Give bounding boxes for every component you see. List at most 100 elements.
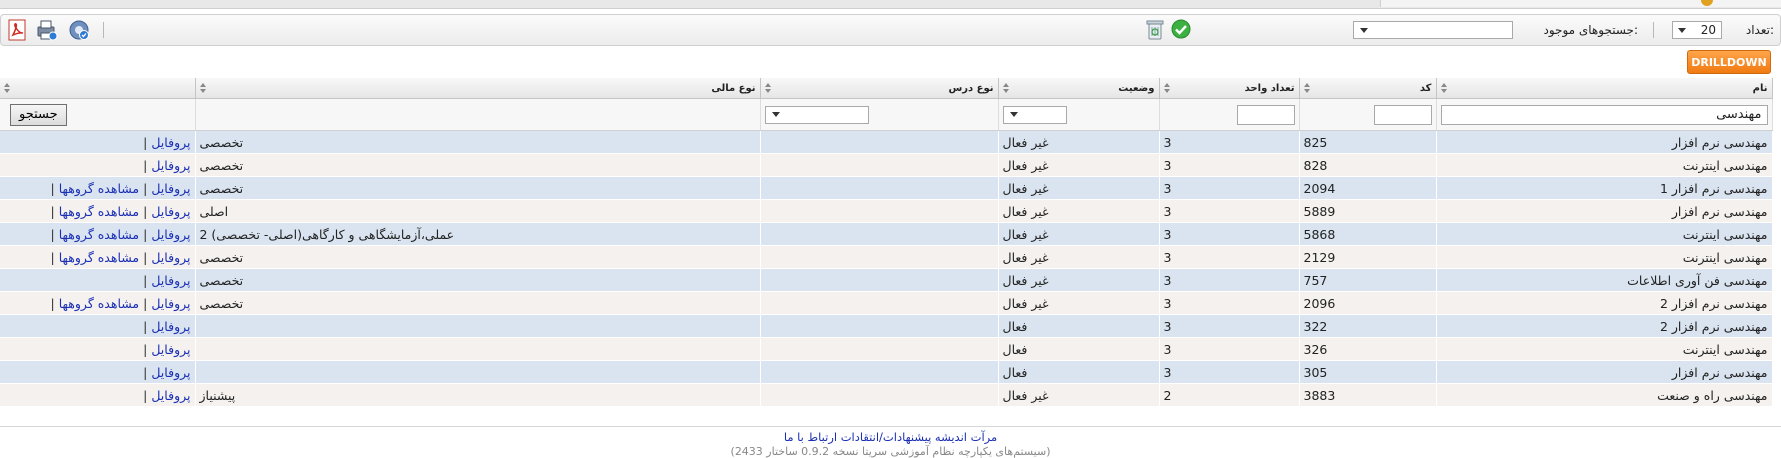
- chevron-down-icon: [771, 112, 780, 117]
- cell-course-type: [760, 222, 999, 246]
- cell-code: 5889: [1299, 199, 1437, 223]
- profile-link[interactable]: پروفایل: [151, 296, 190, 311]
- cell-name: مهندسی نرم افزار 2: [1436, 291, 1773, 315]
- sort-icon[interactable]: [1303, 83, 1310, 93]
- count-select[interactable]: 20: [1672, 21, 1722, 39]
- link-separator: |: [143, 318, 148, 334]
- col-header-course-type[interactable]: نوع درس: [760, 78, 999, 99]
- link-separator: |: [50, 226, 55, 242]
- col-header-status-label: وضعیت: [1118, 82, 1155, 94]
- cell-financial-type: تخصصی: [195, 176, 761, 200]
- cell-name: مهندسی اینترنت: [1436, 222, 1773, 246]
- header-row: نام کد تعداد واحد وضعیت نوع درس نوع مالی: [0, 78, 1773, 99]
- cell-actions: پروفایل|: [0, 383, 196, 407]
- cell-name: مهندسی اینترنت: [1436, 153, 1773, 177]
- sort-icon[interactable]: [199, 83, 206, 93]
- view-groups-link[interactable]: مشاهده گروهها: [59, 227, 139, 242]
- link-separator: |: [143, 203, 148, 219]
- col-header-code-label: کد: [1419, 82, 1432, 94]
- link-separator: |: [143, 226, 148, 242]
- status-filter-select[interactable]: [1002, 105, 1067, 124]
- count-select-wrap: 20: [1672, 15, 1722, 45]
- link-separator: |: [143, 157, 148, 173]
- sort-icon[interactable]: [1163, 83, 1170, 93]
- cell-financial-type: [195, 337, 761, 361]
- cell-code: 305: [1299, 360, 1437, 384]
- view-groups-link[interactable]: مشاهده گروهها: [59, 181, 139, 196]
- col-header-status[interactable]: وضعیت: [998, 78, 1160, 99]
- sort-icon[interactable]: [4, 83, 10, 93]
- sort-icon[interactable]: [1440, 83, 1447, 93]
- cell-status: غیر فعال: [998, 291, 1160, 315]
- col-header-units[interactable]: تعداد واحد: [1159, 78, 1300, 99]
- units-filter-input[interactable]: [1236, 104, 1295, 125]
- recycle-bin-icon[interactable]: [1144, 18, 1168, 42]
- cell-status: غیر فعال: [998, 176, 1160, 200]
- count-label-text: تعداد:: [1745, 23, 1774, 37]
- cell-units: 3: [1159, 314, 1300, 338]
- profile-link[interactable]: پروفایل: [151, 227, 190, 242]
- cell-units: 3: [1159, 245, 1300, 269]
- profile-link[interactable]: پروفایل: [151, 388, 190, 403]
- profile-link[interactable]: پروفایل: [151, 365, 190, 380]
- apply-icon[interactable]: [1170, 18, 1194, 42]
- settings-icon[interactable]: [67, 18, 91, 42]
- link-separator: |: [50, 295, 55, 311]
- cell-code: 2129: [1299, 245, 1437, 269]
- filter-cell-actions: جستجو: [0, 98, 196, 131]
- view-groups-link[interactable]: مشاهده گروهها: [59, 296, 139, 311]
- search-button[interactable]: جستجو: [10, 103, 67, 126]
- profile-link[interactable]: پروفایل: [151, 250, 190, 265]
- cell-units: 3: [1159, 176, 1300, 200]
- separator: [103, 22, 104, 38]
- cell-financial-type: تخصصی: [195, 130, 761, 154]
- drilldown-button[interactable]: DRILLDOWN: [1687, 50, 1771, 74]
- view-groups-link[interactable]: مشاهده گروهها: [59, 250, 139, 265]
- cell-financial-type: [195, 314, 761, 338]
- col-header-units-label: تعداد واحد: [1244, 82, 1295, 94]
- cell-units: 3: [1159, 130, 1300, 154]
- view-groups-link[interactable]: مشاهده گروهها: [59, 204, 139, 219]
- link-separator: |: [143, 180, 148, 196]
- cell-name: مهندسی اینترنت: [1436, 245, 1773, 269]
- col-header-financial-type[interactable]: نوع مالی: [195, 78, 761, 99]
- profile-link[interactable]: پروفایل: [151, 204, 190, 219]
- cell-code: 3883: [1299, 383, 1437, 407]
- code-filter-input[interactable]: [1373, 104, 1432, 125]
- cell-financial-type: تخصصی: [195, 245, 761, 269]
- footer-links[interactable]: مرآت اندیشه پیشنهادات/انتقادات ارتباط با…: [0, 430, 1781, 444]
- profile-link[interactable]: پروفایل: [151, 342, 190, 357]
- sort-icon[interactable]: [1002, 83, 1009, 93]
- pdf-icon[interactable]: [5, 18, 29, 42]
- cell-actions: پروفایل|مشاهده گروهها|: [0, 245, 196, 269]
- col-header-course-type-label: نوع درس: [948, 82, 994, 94]
- separator: [1653, 22, 1654, 38]
- profile-link[interactable]: پروفایل: [151, 158, 190, 173]
- sort-icon[interactable]: [764, 83, 771, 93]
- profile-link[interactable]: پروفایل: [151, 135, 190, 150]
- cell-actions: پروفایل|: [0, 337, 196, 361]
- cell-actions: پروفایل|مشاهده گروهها|: [0, 222, 196, 246]
- courses-table: نام کد تعداد واحد وضعیت نوع درس نوع مالی…: [0, 78, 1773, 407]
- profile-link[interactable]: پروفایل: [151, 273, 190, 288]
- cell-units: 3: [1159, 268, 1300, 292]
- link-separator: |: [143, 364, 148, 380]
- col-header-code[interactable]: کد: [1299, 78, 1437, 99]
- cell-course-type: [760, 360, 999, 384]
- cell-actions: پروفایل|مشاهده گروهها|: [0, 291, 196, 315]
- cell-status: فعال: [998, 360, 1160, 384]
- print-icon[interactable]: [35, 18, 59, 42]
- saved-searches-select[interactable]: [1353, 21, 1513, 39]
- table-row: مهندسی نرم افزار 2 2096 3 غیر فعال تخصصی پروف…: [0, 291, 1773, 315]
- filter-cell-name: مهندسی: [1436, 98, 1773, 131]
- col-header-name[interactable]: نام: [1436, 78, 1773, 99]
- course-type-filter-select[interactable]: [764, 105, 869, 124]
- table-row: مهندسی فن آوری اطلاعات 757 3 غیر فعال تخصصی پ…: [0, 268, 1773, 292]
- count-label: تعداد:: [1746, 15, 1774, 45]
- cell-financial-type: پیشنیاز: [195, 383, 761, 407]
- cell-status: فعال: [998, 314, 1160, 338]
- profile-link[interactable]: پروفایل: [151, 319, 190, 334]
- cell-course-type: [760, 153, 999, 177]
- profile-link[interactable]: پروفایل: [151, 181, 190, 196]
- name-filter-input[interactable]: مهندسی: [1440, 104, 1768, 125]
